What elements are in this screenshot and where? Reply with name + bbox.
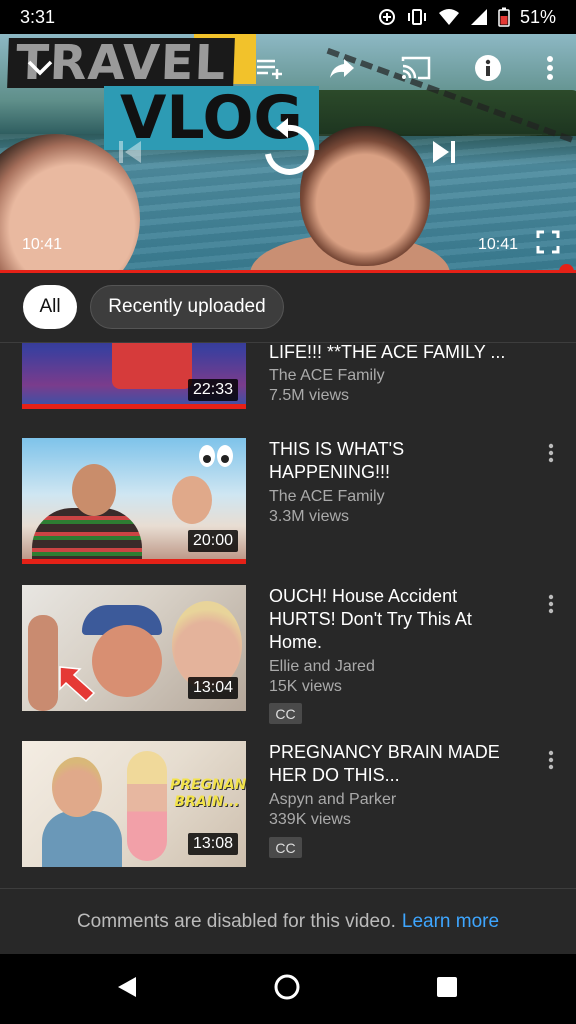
- thumbnail-face: [172, 601, 242, 689]
- comments-disabled-text: Comments are disabled for this video.: [76, 910, 396, 932]
- video-title[interactable]: OUCH! House Accident HURTS! Don't Try Th…: [269, 585, 519, 654]
- info-icon: [474, 54, 502, 87]
- chip-recently-uploaded[interactable]: Recently uploaded: [90, 285, 284, 329]
- status-bar: 3:31 51%: [0, 0, 576, 34]
- share-button[interactable]: [320, 48, 364, 92]
- add-to-queue-button[interactable]: [248, 48, 292, 92]
- video-thumbnail[interactable]: PREGNANCY BRAIN... 13:08: [22, 741, 246, 867]
- video-title[interactable]: LIFE!!! **THE ACE FAMILY ...: [269, 343, 519, 364]
- watched-progress-bar: [22, 404, 246, 409]
- back-button[interactable]: [102, 966, 152, 1012]
- data-saver-icon: [378, 8, 396, 26]
- chevron-down-icon: [26, 59, 54, 82]
- player-more-button[interactable]: [528, 48, 572, 92]
- more-vert-icon: [548, 443, 554, 468]
- watched-progress-bar: [22, 559, 246, 564]
- view-count: 3.3M views: [269, 508, 350, 525]
- related-videos-list: 22:33 LIFE!!! **THE ACE FAMILY ... The A…: [0, 343, 576, 888]
- thumbnail-person: [127, 751, 167, 861]
- channel-name: The ACE Family: [269, 367, 385, 384]
- fullscreen-icon: [536, 230, 560, 259]
- thumbnail-players: [112, 343, 192, 389]
- chip-all[interactable]: All: [23, 285, 77, 329]
- wifi-icon: [438, 8, 460, 26]
- video-duration: 20:00: [187, 530, 238, 552]
- cell-signal-icon: [470, 8, 488, 26]
- thumbnail-face: [92, 625, 162, 697]
- more-vert-icon: [546, 55, 554, 86]
- skip-next-icon: [430, 138, 458, 171]
- channel-name: The ACE Family: [269, 488, 385, 505]
- list-item[interactable]: PREGNANCY BRAIN... 13:08 PREGNANCY BRAIN…: [0, 741, 576, 871]
- more-vert-icon: [548, 594, 554, 619]
- thumbnail-text: PREGNANCY BRAIN...: [170, 777, 246, 810]
- video-more-button[interactable]: [540, 747, 562, 777]
- video-title[interactable]: PREGNANCY BRAIN MADE HER DO THIS...: [269, 741, 519, 787]
- video-thumbnail[interactable]: 22:33: [22, 343, 246, 409]
- comments-disabled-notice: Comments are disabled for this video. Le…: [0, 888, 576, 954]
- total-duration: 10:41: [478, 236, 519, 253]
- list-item[interactable]: 22:33 LIFE!!! **THE ACE FAMILY ... The A…: [0, 343, 576, 419]
- view-count: 7.5M views: [269, 387, 350, 404]
- channel-name: Aspyn and Parker: [269, 791, 397, 808]
- view-count: 15K views: [269, 678, 342, 695]
- next-button[interactable]: [422, 132, 466, 176]
- playlist-add-icon: [255, 57, 285, 84]
- list-item[interactable]: 20:00 THIS IS WHAT'S HAPPENING!!! The AC…: [0, 438, 576, 568]
- video-more-button[interactable]: [540, 440, 562, 470]
- filter-chips: All Recently uploaded: [0, 273, 576, 343]
- video-thumbnail[interactable]: 13:04: [22, 585, 246, 711]
- system-nav-bar: [0, 954, 576, 1024]
- status-time: 3:31: [20, 6, 56, 27]
- thumbnail-face: [72, 464, 116, 516]
- thumbnail-face: [52, 757, 102, 817]
- video-player[interactable]: TRAVEL VLOG 10:41 10:41: [0, 34, 576, 272]
- cc-badge: CC: [269, 703, 302, 724]
- video-thumbnail[interactable]: 20:00: [22, 438, 246, 564]
- skip-previous-icon: [116, 138, 144, 171]
- battery-icon: [498, 7, 510, 27]
- current-time: 10:41: [22, 236, 63, 253]
- view-count: 339K views: [269, 811, 351, 828]
- learn-more-link[interactable]: Learn more: [402, 911, 499, 933]
- fullscreen-button[interactable]: [526, 222, 570, 266]
- back-triangle-icon: [116, 975, 138, 1004]
- cc-badge: CC: [269, 837, 302, 858]
- cast-icon: [400, 55, 432, 86]
- video-duration: 13:04: [187, 677, 238, 699]
- replay-button[interactable]: [256, 117, 320, 183]
- video-duration: 22:33: [187, 379, 238, 401]
- red-arrow-icon: [56, 659, 100, 703]
- replay-icon: [260, 117, 316, 183]
- video-title[interactable]: THIS IS WHAT'S HAPPENING!!!: [269, 438, 519, 484]
- vibrate-icon: [406, 8, 428, 26]
- thumbnail-person: [32, 508, 142, 564]
- recents-square-icon: [436, 976, 458, 1003]
- info-button[interactable]: [466, 48, 510, 92]
- eyes-emoji-icon: [198, 444, 234, 468]
- more-vert-icon: [548, 750, 554, 775]
- battery-percent: 51%: [519, 6, 556, 27]
- share-arrow-icon: [329, 57, 355, 84]
- recents-button[interactable]: [422, 966, 472, 1012]
- previous-button[interactable]: [108, 132, 152, 176]
- thumbnail-face: [172, 476, 212, 524]
- minimize-button[interactable]: [18, 48, 62, 92]
- status-icons: 51%: [378, 7, 556, 28]
- thumbnail-person: [42, 811, 122, 867]
- thumbnail-arm: [28, 615, 58, 711]
- home-circle-icon: [273, 973, 301, 1006]
- video-more-button[interactable]: [540, 591, 562, 621]
- channel-name: Ellie and Jared: [269, 658, 375, 675]
- list-item[interactable]: 13:04 OUCH! House Accident HURTS! Don't …: [0, 585, 576, 724]
- home-button[interactable]: [262, 966, 312, 1012]
- video-duration: 13:08: [187, 833, 238, 855]
- cast-button[interactable]: [394, 48, 438, 92]
